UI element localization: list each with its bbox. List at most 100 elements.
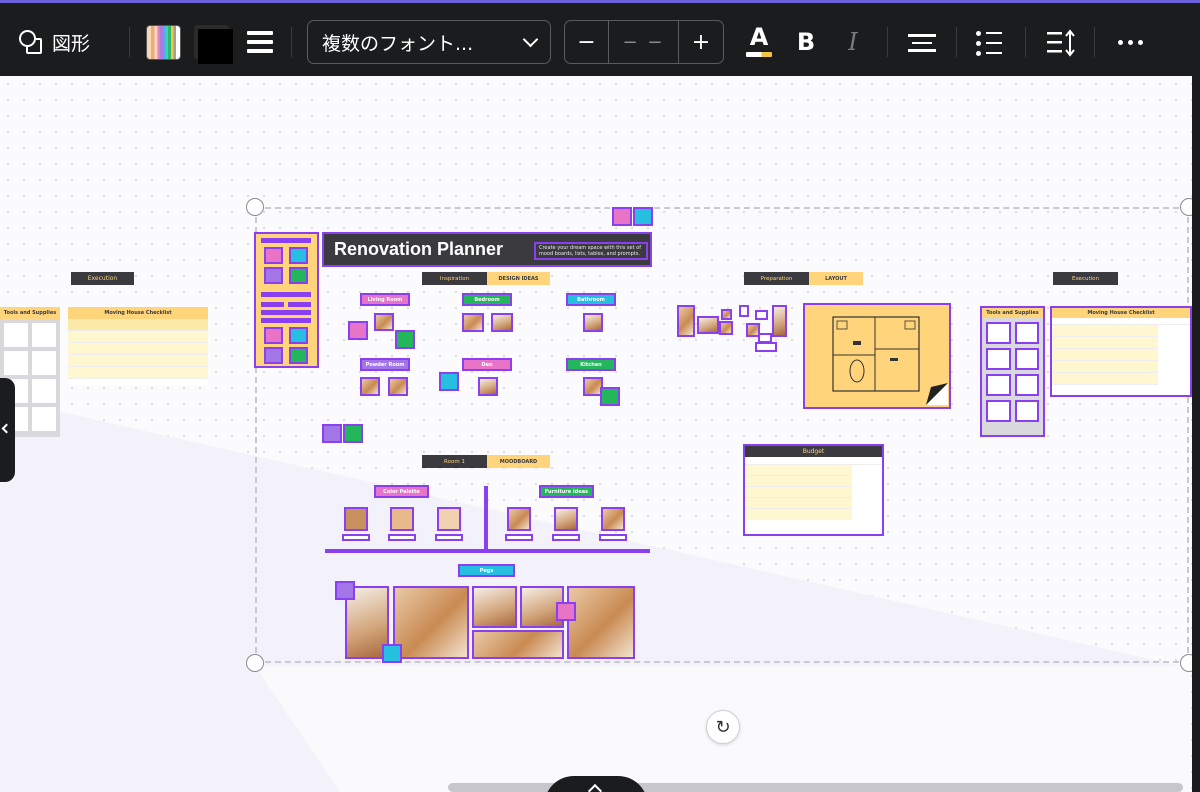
sticky-note[interactable] (633, 207, 653, 226)
line-spacing-button[interactable] (1045, 28, 1077, 58)
border-color-swatch[interactable] (194, 25, 233, 64)
furniture-caption[interactable] (599, 534, 627, 541)
shape-label: 図形 (52, 32, 91, 55)
font-family-value: 複数のフォント... (322, 32, 474, 55)
legend-panel[interactable] (254, 232, 319, 368)
layout-image[interactable] (739, 305, 749, 317)
sticky-note[interactable] (348, 321, 368, 340)
furniture-image[interactable] (554, 507, 578, 531)
board-title-box[interactable]: Renovation Planner Create your dream spa… (322, 232, 652, 267)
sticky-note[interactable] (335, 581, 355, 600)
execution-header[interactable]: Execution (1053, 272, 1118, 285)
inspiration-tag[interactable]: DESIGN IDEAS (487, 272, 550, 285)
whiteboard-canvas[interactable]: Execution Tools and Supplies Moving Hous… (0, 76, 1200, 792)
budget-table[interactable]: Budget (743, 444, 884, 536)
tools-supplies-board[interactable]: Tools and Supplies (980, 306, 1045, 437)
palette-caption[interactable] (435, 534, 463, 541)
inspiration-image[interactable] (388, 377, 408, 396)
inspiration-image[interactable] (478, 377, 498, 396)
room-tag-bathroom[interactable]: Bathroom (566, 293, 616, 306)
layout-image[interactable] (755, 342, 777, 352)
list-button[interactable] (976, 29, 1004, 57)
peg-image[interactable] (567, 586, 635, 659)
sticky-note[interactable] (556, 602, 576, 621)
sticky-note[interactable] (395, 330, 415, 349)
preparation-tag[interactable]: LAYOUT (809, 272, 863, 285)
sticky-note[interactable] (612, 207, 632, 226)
furniture-image[interactable] (601, 507, 625, 531)
layout-image[interactable] (697, 316, 719, 334)
left-tools-label[interactable]: Tools and Supplies (0, 307, 60, 319)
bold-button[interactable]: B (792, 27, 820, 57)
palette-swatch[interactable] (390, 507, 414, 531)
room1-tag[interactable]: MOODBOARD (487, 455, 550, 468)
align-center-icon (908, 34, 936, 37)
budget-header: Budget (745, 446, 882, 457)
floor-plan[interactable] (803, 303, 951, 409)
room-tag-living-room[interactable]: Living Room (360, 293, 410, 306)
board-subtitle: Create your dream space with this set of… (534, 242, 648, 260)
peg-image[interactable] (393, 586, 469, 659)
text-align-button[interactable] (907, 30, 937, 56)
furniture-ideas-tag[interactable]: Furniture Ideas (539, 485, 594, 498)
inspiration-header[interactable]: Inspiration (422, 272, 487, 285)
room-tag-bedroom[interactable]: Bedroom (462, 293, 512, 306)
palette-caption[interactable] (342, 534, 370, 541)
floor-plan-drawing (832, 316, 948, 405)
left-checklist-table[interactable] (68, 319, 208, 385)
rotate-button[interactable]: ↻ (706, 710, 740, 744)
layout-image[interactable] (772, 305, 787, 337)
inspiration-image[interactable] (360, 377, 380, 396)
room-tag-den[interactable]: Den (462, 358, 512, 371)
inspiration-image[interactable] (491, 313, 513, 332)
resize-handle-top-left[interactable] (246, 198, 264, 216)
font-size-stepper: − − − + (564, 20, 724, 64)
palette-swatch[interactable] (437, 507, 461, 531)
color-palette-tag[interactable]: Color Palette (374, 485, 429, 498)
chevron-up-icon (587, 783, 603, 792)
font-size-decrease-button[interactable]: − (565, 21, 609, 63)
sticky-note[interactable] (382, 644, 402, 663)
sticky-note[interactable] (343, 424, 363, 443)
furniture-caption[interactable] (505, 534, 533, 541)
room-tag-powder-room[interactable]: Powder Room (360, 358, 410, 371)
font-family-select[interactable]: 複数のフォント... (307, 20, 551, 64)
preparation-header[interactable]: Preparation (744, 272, 809, 285)
room-tag-kitchen[interactable]: Kitchen (566, 358, 616, 371)
peg-image[interactable] (472, 586, 517, 628)
resize-handle-bottom-left[interactable] (246, 654, 264, 672)
room1-header[interactable]: Room 1 (422, 455, 487, 468)
sticky-note[interactable] (322, 424, 342, 443)
font-size-value[interactable]: − − (609, 21, 679, 63)
border-style-button[interactable] (246, 29, 274, 55)
sticky-note[interactable] (600, 387, 620, 406)
italic-button[interactable]: I (840, 27, 866, 57)
left-checklist-label[interactable]: Moving House Checklist (68, 307, 208, 319)
furniture-caption[interactable] (552, 534, 580, 541)
palette-swatch[interactable] (344, 507, 368, 531)
more-options-button[interactable] (1113, 31, 1147, 53)
furniture-image[interactable] (507, 507, 531, 531)
board-title: Renovation Planner (334, 239, 504, 259)
left-panel-toggle[interactable] (0, 378, 15, 482)
font-size-increase-button[interactable]: + (679, 21, 723, 63)
bullet-list-icon (976, 30, 981, 36)
layout-image[interactable] (719, 321, 733, 335)
fill-color-swatch[interactable] (146, 25, 181, 60)
inspiration-image[interactable] (374, 313, 394, 331)
layout-image[interactable] (755, 310, 768, 320)
pegs-tag[interactable]: Pegs (458, 564, 515, 577)
inspiration-image[interactable] (462, 313, 484, 332)
left-execution-label[interactable]: Execution (71, 272, 134, 285)
layout-image[interactable] (677, 305, 695, 337)
toolbar-divider (129, 27, 130, 57)
sticky-note[interactable] (439, 372, 459, 391)
text-color-button[interactable]: A (744, 23, 774, 59)
layout-image[interactable] (721, 309, 732, 320)
palette-caption[interactable] (388, 534, 416, 541)
shape-button[interactable]: 図形 (18, 25, 90, 59)
moving-checklist-label: Moving House Checklist (1052, 308, 1190, 318)
inspiration-image[interactable] (583, 313, 603, 332)
peg-image[interactable] (472, 630, 564, 659)
moving-checklist-table[interactable]: Moving House Checklist (1050, 306, 1192, 397)
